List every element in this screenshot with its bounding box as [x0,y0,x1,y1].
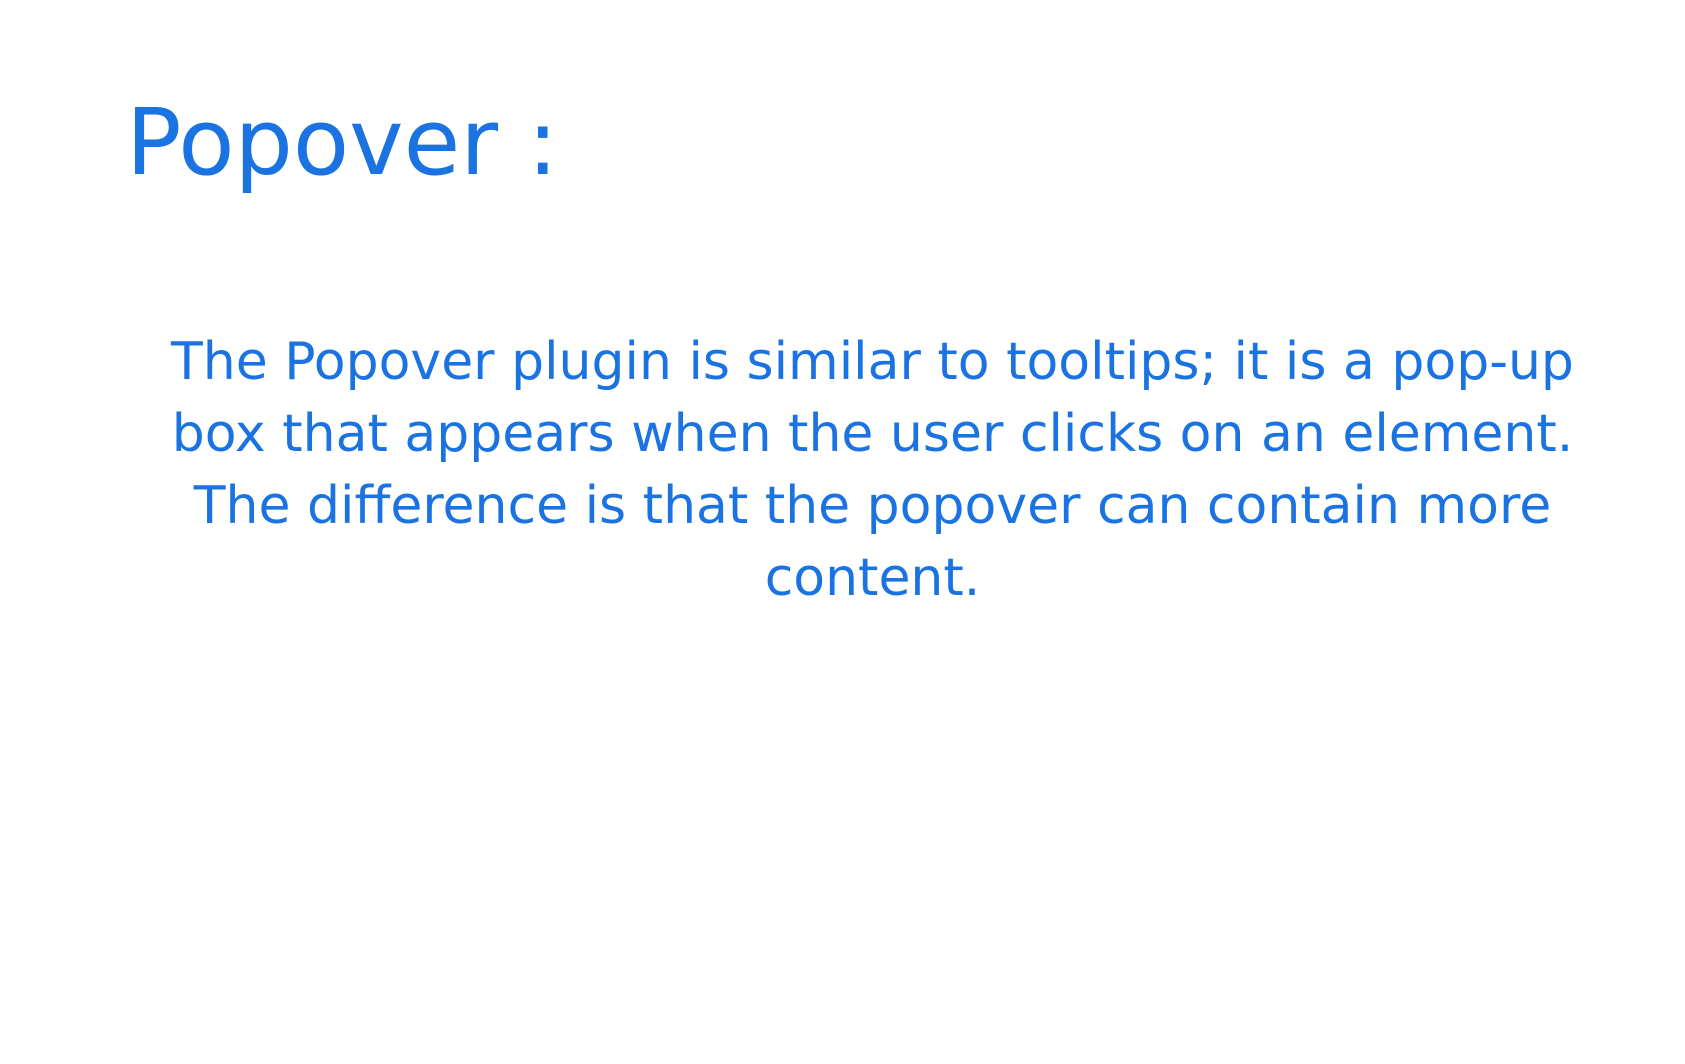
slide: Popover : The Popover plugin is similar … [0,0,1685,1064]
slide-body-text: The Popover plugin is similar to tooltip… [171,332,1574,608]
slide-title: Popover : [126,89,559,196]
